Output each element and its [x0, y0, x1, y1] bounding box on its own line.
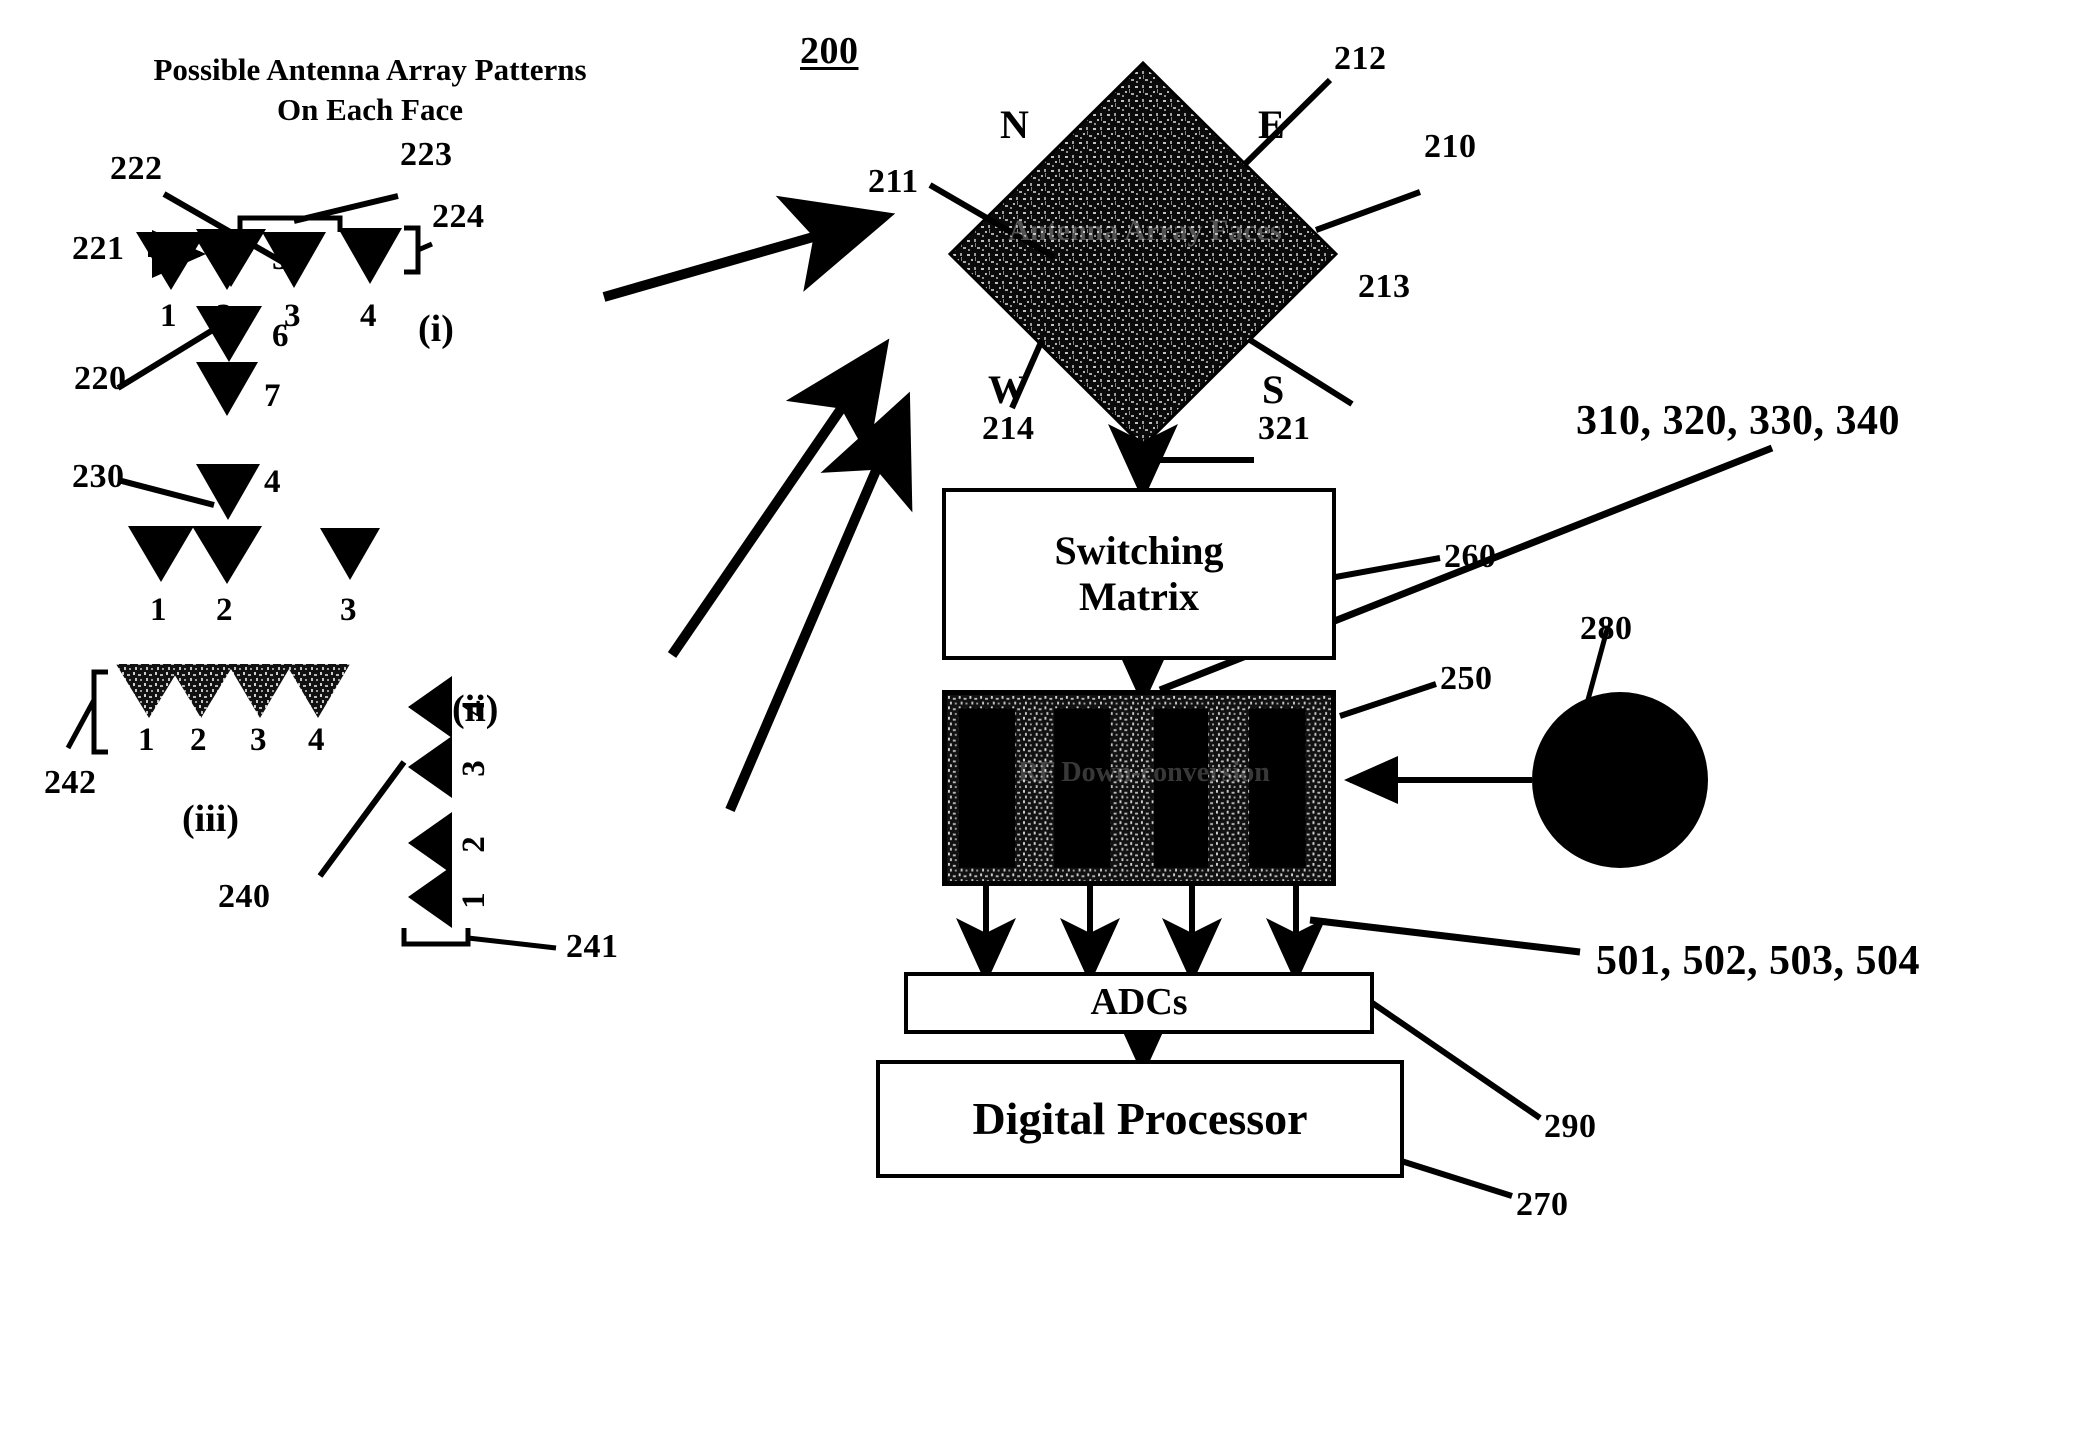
ref-501-502-503-504: 501, 502, 503, 504 [1596, 938, 1920, 984]
left-panel-title-line2: On Each Face [277, 92, 463, 128]
digital-processor-label: Digital Processor [972, 1092, 1308, 1144]
antenna-array-faces-label: Antenna Array Faces [1008, 214, 1282, 247]
antenna-element-240-label-3: 3 [250, 722, 267, 758]
antenna-element-label-4: 4 [360, 298, 377, 334]
rf-downconversion-label: RF Down-conversion [1018, 757, 1270, 788]
antenna-element-241-label-1: 1 [455, 892, 492, 909]
left-panel-title-line1: Possible Antenna Array Patterns [153, 52, 587, 87]
ref-213: 213 [1358, 268, 1411, 305]
ref-310-320-330-340: 310, 320, 330, 340 [1576, 398, 1900, 444]
roman-label-i: (i) [418, 308, 454, 350]
ref-240: 240 [218, 878, 271, 915]
antenna-element-label-2: 2 [216, 298, 233, 334]
antenna-element-label-7: 7 [264, 378, 281, 414]
ref-214: 214 [982, 410, 1035, 447]
antenna-element-230-label-2: 2 [216, 592, 233, 628]
compass-label-west: W [988, 367, 1028, 412]
ref-260: 260 [1444, 538, 1497, 575]
ref-250: 250 [1440, 660, 1493, 697]
compass-label-north: N [1000, 102, 1029, 147]
switching-matrix-label-line2: Matrix [1079, 574, 1199, 619]
digital-processor-box[interactable]: Digital Processor [876, 1060, 1404, 1178]
ref-321: 321 [1258, 410, 1311, 447]
ref-212: 212 [1334, 40, 1387, 77]
ref-230: 230 [72, 458, 125, 495]
ref-224: 224 [432, 198, 485, 235]
rf-downconversion-block[interactable]: RF Down-conversion [942, 690, 1336, 886]
antenna-element-230-label-1: 1 [150, 592, 167, 628]
ref-220: 220 [74, 360, 127, 397]
ref-223: 223 [400, 136, 453, 173]
ref-242: 242 [44, 764, 97, 801]
figure-number-200: 200 [800, 30, 859, 72]
roman-label-iii: (iii) [182, 798, 239, 840]
switching-matrix-label-line1: Switching [1054, 528, 1224, 573]
antenna-element-240-label-4: 4 [308, 722, 325, 758]
ref-210: 210 [1424, 128, 1477, 165]
antenna-element-240-label-1: 1 [138, 722, 155, 758]
ref-222: 222 [110, 150, 163, 187]
adcs-box[interactable]: ADCs [904, 972, 1374, 1034]
antenna-element-label-5: 5 [272, 241, 289, 277]
ref-241: 241 [566, 928, 619, 965]
antenna-element-230-label-4: 4 [264, 464, 281, 500]
adcs-label: ADCs [1090, 981, 1188, 1024]
compass-label-east: E [1258, 102, 1285, 147]
compass-label-south: S [1262, 367, 1285, 412]
antenna-element-230-label-3: 3 [340, 592, 357, 628]
antenna-element-label-6: 6 [272, 318, 289, 354]
ref-221: 221 [72, 230, 125, 267]
antenna-element-241-label-2: 2 [455, 836, 492, 853]
ref-270: 270 [1516, 1186, 1569, 1223]
roman-label-ii: (ii) [452, 688, 499, 730]
patent-figure-page: Possible Antenna Array Patterns On Each … [0, 0, 2092, 1440]
ref-290: 290 [1544, 1108, 1597, 1145]
left-panel-title: Possible Antenna Array Patterns On Each … [80, 50, 660, 131]
antenna-element-241-label-3: 3 [455, 760, 492, 777]
ref-280: 280 [1580, 610, 1633, 647]
antenna-element-240-label-2: 2 [190, 722, 207, 758]
ref-211: 211 [868, 163, 919, 200]
antenna-element-label-1: 1 [160, 298, 177, 334]
switching-matrix-box[interactable]: Switching Matrix [942, 488, 1336, 660]
